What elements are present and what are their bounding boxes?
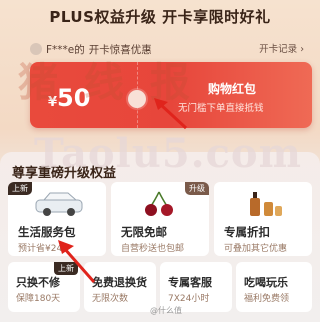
card-subtitle: 保障180天 [16, 294, 61, 304]
benefit-card-free-shipping[interactable]: 升级 无限免邮 自营秒送也包邮 [111, 182, 209, 256]
benefit-card-life-service[interactable]: 上新 生活服务包 预计省¥240 [8, 182, 106, 256]
card-title: 专属客服 [168, 276, 212, 289]
card-subtitle: 自营秒送也包邮 [121, 244, 185, 254]
card-subtitle: 可叠加其它优惠 [224, 244, 288, 254]
card-title: 吃喝玩乐 [244, 276, 288, 289]
coupon-subtitle: 无门槛下单直接抵钱 [178, 103, 264, 114]
open-card-record-link[interactable]: 开卡记录 › [259, 41, 304, 55]
card-title: 无限免邮 [121, 225, 167, 239]
card-title: 专属折扣 [224, 225, 270, 239]
card-subtitle: 福利免费领 [244, 294, 290, 304]
benefit-card-replace-not-repair[interactable]: 上新 只换不修 保障180天 [8, 262, 80, 312]
footer-watermark: @什么值 [150, 306, 182, 315]
page-title: PLUS权益升级 开卡享限时好礼 [49, 8, 271, 26]
card-title: 免费退换货 [92, 276, 147, 289]
benefit-card-exclusive-discount[interactable]: 专属折扣 可叠加其它优惠 [214, 182, 312, 256]
avatar [30, 43, 42, 55]
coupon-amount: ¥50 [48, 84, 91, 112]
notice-user: F***e的 [46, 43, 85, 56]
cherry-icon [145, 191, 173, 216]
cosmetics-bottle-icon [250, 192, 282, 216]
notice-bar: F***e的 开卡惊喜优惠 开卡记录 › [30, 38, 314, 60]
benefit-card-free-returns[interactable]: 免费退换货 无限次数 [84, 262, 156, 312]
card-tag: 升级 [185, 182, 209, 195]
notice-message: 开卡惊喜优惠 [88, 43, 152, 56]
card-subtitle: 预计省¥240 [18, 244, 68, 254]
coupon-stub-circle [128, 90, 146, 108]
car-icon [35, 192, 83, 216]
benefit-card-entertainment[interactable]: 吃喝玩乐 福利免费领 [236, 262, 312, 312]
benefits-title: 尊享重磅升级权益 [12, 166, 117, 181]
card-title: 生活服务包 [18, 225, 76, 239]
coupon-title: 购物红包 [208, 82, 257, 96]
card-tag: 上新 [8, 182, 32, 195]
card-title: 只换不修 [16, 276, 60, 289]
card-subtitle: 无限次数 [92, 294, 129, 304]
card-subtitle: 7X24小时 [168, 294, 210, 304]
shopping-red-packet-coupon[interactable]: ¥50 购物红包 无门槛下单直接抵钱 [30, 62, 312, 128]
